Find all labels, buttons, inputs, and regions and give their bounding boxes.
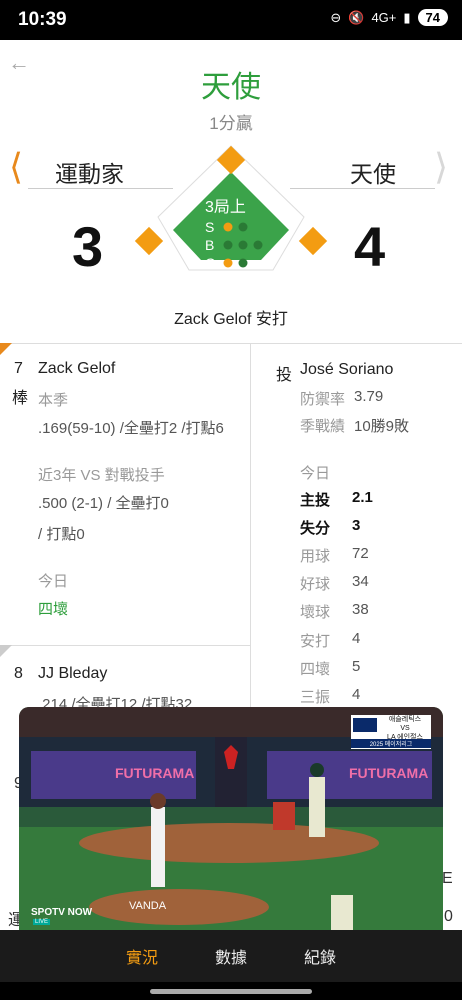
pitch-stat-label: 失分 [300,520,331,537]
next-batter-order: 8 [14,665,23,682]
batter-order-suffix: 棒 [12,390,29,407]
signal-icon: ▮ [403,9,411,25]
inning-label: 3局上 [205,199,246,216]
record-value: 10勝9敗 [354,418,410,435]
pitcher-today-label: 今日 [300,465,331,482]
status-time: 10:39 [18,9,67,30]
banner-right: FUTURAMA [349,765,429,781]
season-label: 本季 [38,392,69,409]
section-divider [0,343,462,344]
score-bug-league: 2025 메이저리그 [351,739,431,748]
pitch-stat-label: 四壞 [300,661,331,678]
peek-score: 0 [444,908,453,925]
winner-title: 天使 [201,71,261,104]
record-label: 季戰績 [300,418,346,435]
active-marker [0,343,12,355]
status-icons: ⊖ 🔇 4G+ ▮ 74 [330,9,448,26]
home-team-name[interactable]: 天使 [350,155,396,189]
bottom-nav: 實況 數據 紀錄 [0,930,462,982]
broadcaster-logo: SPOTV NOW [31,907,93,918]
silent-icon: 🔇 [348,9,365,25]
video-player[interactable]: 애슬레틱스 VS LA 에인절스 2025 메이저리그 FUTURAMA FUT… [19,707,443,945]
today-label: 今日 [38,573,69,590]
next-batter-name[interactable]: JJ Bleday [38,665,107,683]
away-score: 3 [72,215,104,278]
count-labels: S B O [205,218,216,272]
pitch-stat-value: 2.1 [352,489,373,506]
pitch-stat-label: 用球 [300,548,331,565]
pitch-stat-value: 4 [352,686,361,703]
pitch-stat-value: 72 [352,545,369,562]
pitch-stat-label: 主投 [300,492,331,509]
home-indicator[interactable] [150,989,312,994]
chevron-left-icon[interactable]: ⟨ [9,147,23,187]
chevron-right-icon[interactable]: ⟩ [434,147,448,187]
pitch-stat-label: 安打 [300,633,331,650]
vs-label: 近3年 VS 對戰投手 [38,467,165,484]
pitch-stat-value: 34 [352,573,369,590]
banner-left: FUTURAMA [115,765,195,781]
vs-stats: .500 (2-1) / 全壘打0 [38,495,169,512]
inactive-marker [0,645,12,657]
mute-icon: ⊖ [330,9,342,25]
ball-label: B [205,237,215,253]
vs-rbi: / 打點0 [38,526,85,543]
pitcher-name[interactable]: José Soriano [300,361,393,379]
status-bar: 10:39 ⊖ 🔇 4G+ ▮ 74 [0,0,462,40]
pitch-stat-label: 好球 [300,576,331,593]
away-team-name[interactable]: 運動家 [55,155,124,189]
score-bug: 애슬레틱스 VS LA 에인절스 [379,715,431,742]
win-margin: 1分贏 [209,114,253,133]
batter-name[interactable]: Zack Gelof [38,360,115,378]
pitch-stat-value: 4 [352,630,361,647]
score-bug-vs: VS [400,725,410,732]
sponsor-logo: VANDA [129,900,167,912]
out-label: O [205,255,216,271]
batter-order: 7 [14,360,23,377]
pitch-stat-label: 壞球 [300,604,331,621]
tab-record[interactable]: 紀錄 [304,944,336,968]
baseball-diamond [121,132,341,307]
season-stats: .169(59-10) /全壘打2 /打點6 [38,420,224,437]
tab-stats[interactable]: 數據 [215,944,247,968]
score-bug-team1: 애슬레틱스 [388,716,422,723]
row-divider [0,645,250,646]
network-label: 4G+ [371,10,397,25]
strike-label: S [205,219,215,235]
play-description: Zack Gelof 安打 [174,311,288,328]
pitch-stat-value: 5 [352,658,361,675]
pitch-stat-value: 38 [352,601,369,618]
pitch-stat-label: 三振 [300,689,331,706]
live-badge: LIVE [33,919,51,925]
pitcher-role: 投 [276,367,293,384]
battery-icon: 74 [417,9,448,26]
peek-label: E [442,870,453,887]
pitch-stat-value: 3 [352,517,361,534]
today-result: 四壞 [38,601,69,618]
tab-live[interactable]: 實況 [126,944,158,968]
era-label: 防禦率 [300,391,346,408]
era-value: 3.79 [354,388,384,405]
home-score: 4 [354,215,386,278]
